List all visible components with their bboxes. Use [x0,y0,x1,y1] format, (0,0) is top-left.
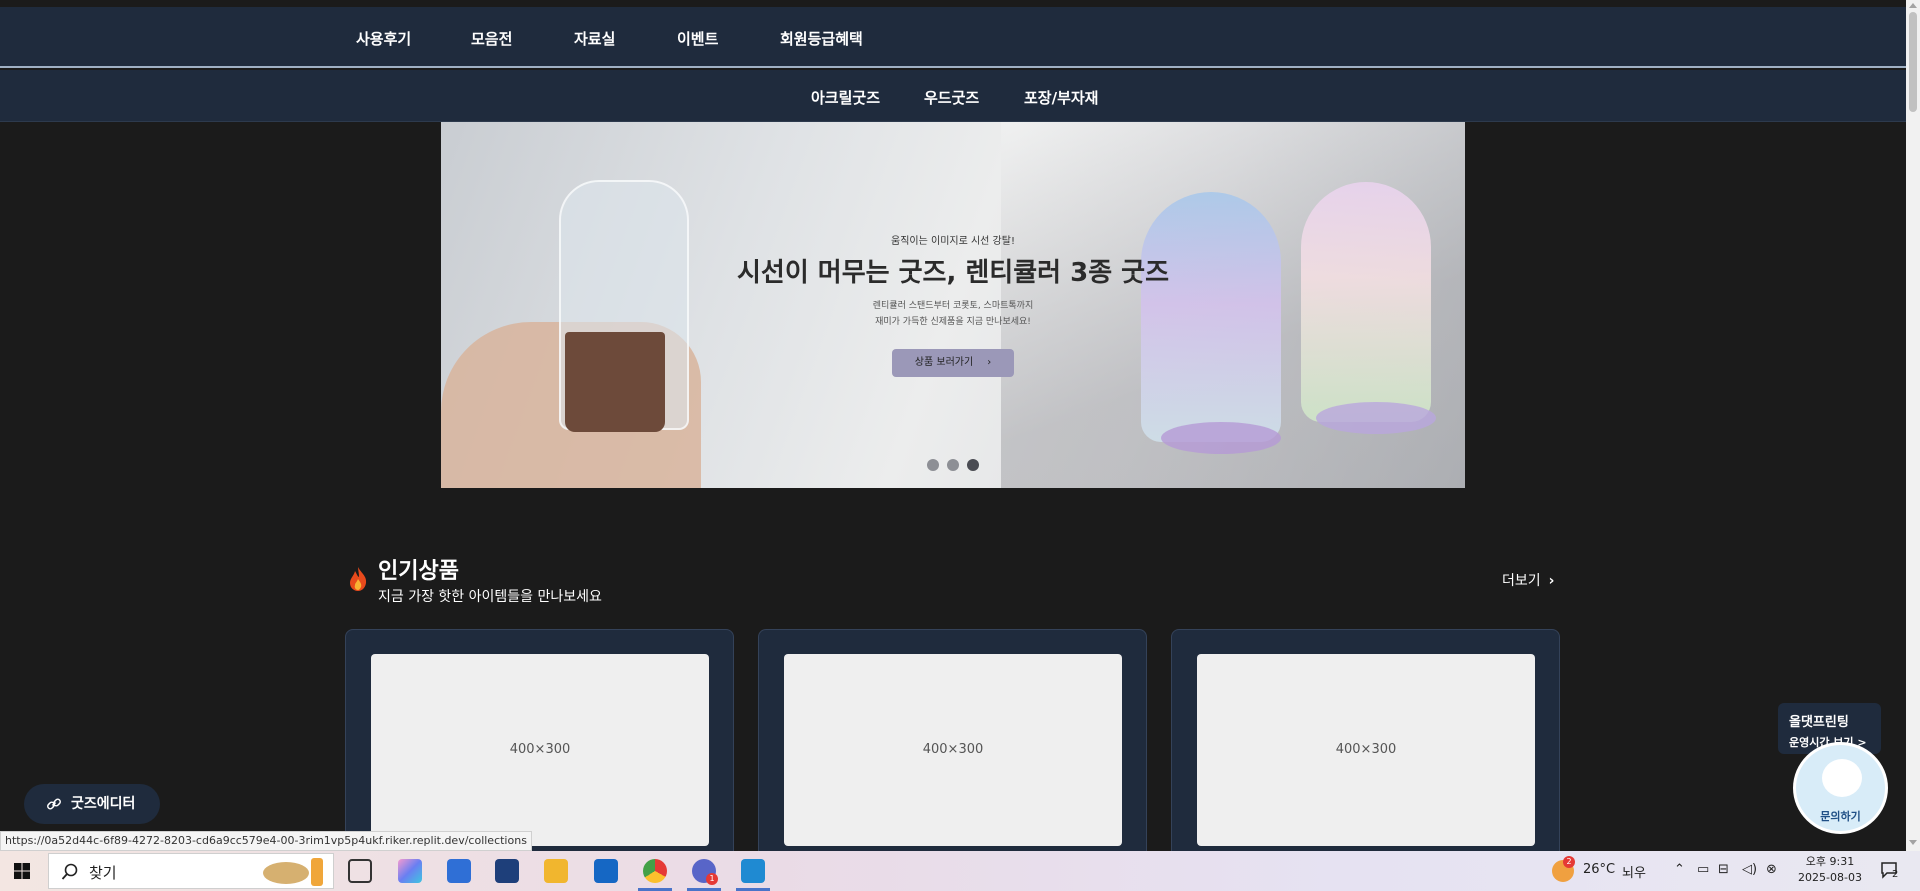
search-icon [61,863,78,880]
product-card[interactable]: 400×300 [758,629,1147,869]
banner-subtitle: 움직이는 이미지로 시선 강탈! [891,236,1015,247]
copilot-icon[interactable] [398,859,422,883]
hero-banner[interactable]: 움직이는 이미지로 시선 강탈! 시선이 머무는 굿즈, 렌티큘러 3종 굿즈 … [441,122,1465,488]
network-icon[interactable]: ⊟ [1718,862,1729,877]
link-icon [47,798,61,810]
inquiry-label: 문의하기 [1820,810,1861,823]
banner-title: 시선이 머무는 굿즈, 렌티큘러 3종 굿즈 [736,258,1170,288]
nav-item-acrylic[interactable]: 아크릴굿즈 [811,87,880,108]
nav-item-wood[interactable]: 우드굿즈 [924,87,979,108]
banner-pot-image [565,332,665,432]
banner-stand-base-right [1316,402,1436,434]
file-explorer-icon[interactable] [544,859,568,883]
nav-item-collections[interactable]: 모음전 [471,28,512,49]
message-icon [1881,862,1897,879]
slide-dot-1[interactable] [927,459,939,471]
chevron-right-icon: › [987,357,992,368]
vscode-icon[interactable] [741,859,765,883]
view-products-button[interactable]: 상품 보러가기 › [892,349,1014,377]
chat-app-badge: 1 [706,873,718,885]
chevron-right-icon: › [1548,573,1555,589]
scroll-down-arrow-icon[interactable] [1909,840,1917,845]
search-highlight-sunscreen-icon [311,858,323,886]
product-card[interactable]: 400×300 [1171,629,1560,869]
banner-desc-line1: 렌티큘러 스탠드부터 코롯토, 스마트톡까지 [872,301,1034,311]
fire-icon [350,567,367,591]
weather-temperature[interactable]: 26°C [1583,862,1615,877]
tray-overflow-chevron-icon[interactable]: ⌃ [1674,862,1685,877]
meet-now-icon[interactable]: ▭ [1697,862,1709,877]
windows-taskbar: 찾기 1 2 26°C 뇌우 ⌃ ▭ ⊟ ◁) ⊗ 오후 9:31 2025-0… [0,851,1920,891]
volume-icon[interactable]: ◁) [1742,862,1757,877]
weather-badge: 2 [1563,856,1575,868]
taskbar-clock[interactable]: 오후 9:31 2025-08-03 [1790,854,1870,886]
popular-section-title: 인기상품 [378,559,459,584]
clock-time: 오후 9:31 [1805,855,1855,868]
outlook-icon[interactable] [594,859,618,883]
goods-editor-label: 굿즈에디터 [71,796,136,812]
view-products-label: 상품 보러가기 [914,357,974,368]
category-nav: 아크릴굿즈 우드굿즈 포장/부자재 [0,70,1906,122]
chrome-icon[interactable] [643,859,667,883]
notification-center-icon[interactable]: 2 [1880,861,1902,881]
search-highlight-hat-icon [263,862,309,884]
nav-item-packaging[interactable]: 포장/부자재 [1024,87,1098,108]
inquiry-chat-button[interactable]: 문의하기 [1793,742,1888,834]
taskbar-search-box[interactable]: 찾기 [48,853,334,889]
nav-item-resources[interactable]: 자료실 [574,28,615,49]
store-icon[interactable] [447,859,471,883]
nav-item-reviews[interactable]: 사용후기 [356,28,411,49]
taskbar-search-text: 찾기 [89,864,117,882]
slide-dot-3[interactable] [967,459,979,471]
notification-count: 2 [1892,869,1899,880]
chat-bubble-title: 올댓프린팅 [1789,715,1849,730]
status-x-icon[interactable]: ⊗ [1766,862,1777,877]
slide-dot-2[interactable] [947,459,959,471]
banner-desc-line2: 재미가 가득한 신제품을 지금 만나보세요! [875,317,1031,327]
clock-date: 2025-08-03 [1798,871,1862,884]
goods-editor-button[interactable]: 굿즈에디터 [24,784,160,824]
more-link[interactable]: 더보기 › [1502,570,1554,590]
nav-item-membership[interactable]: 회원등급혜택 [780,28,863,49]
top-strip [0,0,1906,7]
banner-description: 렌티큘러 스탠드부터 코롯토, 스마트톡까지 재미가 가득한 신제품을 지금 만… [441,298,1465,330]
product-image-placeholder[interactable]: 400×300 [1197,654,1535,846]
scroll-thumb[interactable] [1909,12,1917,112]
primary-nav: 사용후기 모음전 자료실 이벤트 회원등급혜택 [0,7,1906,68]
task-view-icon[interactable] [348,859,372,883]
windows-start-icon[interactable] [14,863,30,879]
mascot-icon [1822,759,1862,797]
remote-desktop-icon[interactable] [495,859,519,883]
product-image-placeholder[interactable]: 400×300 [784,654,1122,846]
popular-section-subtitle: 지금 가장 핫한 아이템들을 만나보세요 [378,589,602,605]
more-link-label: 더보기 [1502,573,1541,589]
page-scrollbar[interactable] [1906,0,1920,851]
product-image-placeholder[interactable]: 400×300 [371,654,709,846]
scroll-up-arrow-icon[interactable] [1909,3,1917,8]
banner-stand-base-left [1161,422,1281,454]
link-status-url: https://0a52d44c-6f89-4272-8203-cd6a9cc5… [0,831,532,851]
weather-description[interactable]: 뇌우 [1622,862,1646,881]
nav-item-events[interactable]: 이벤트 [677,28,718,49]
